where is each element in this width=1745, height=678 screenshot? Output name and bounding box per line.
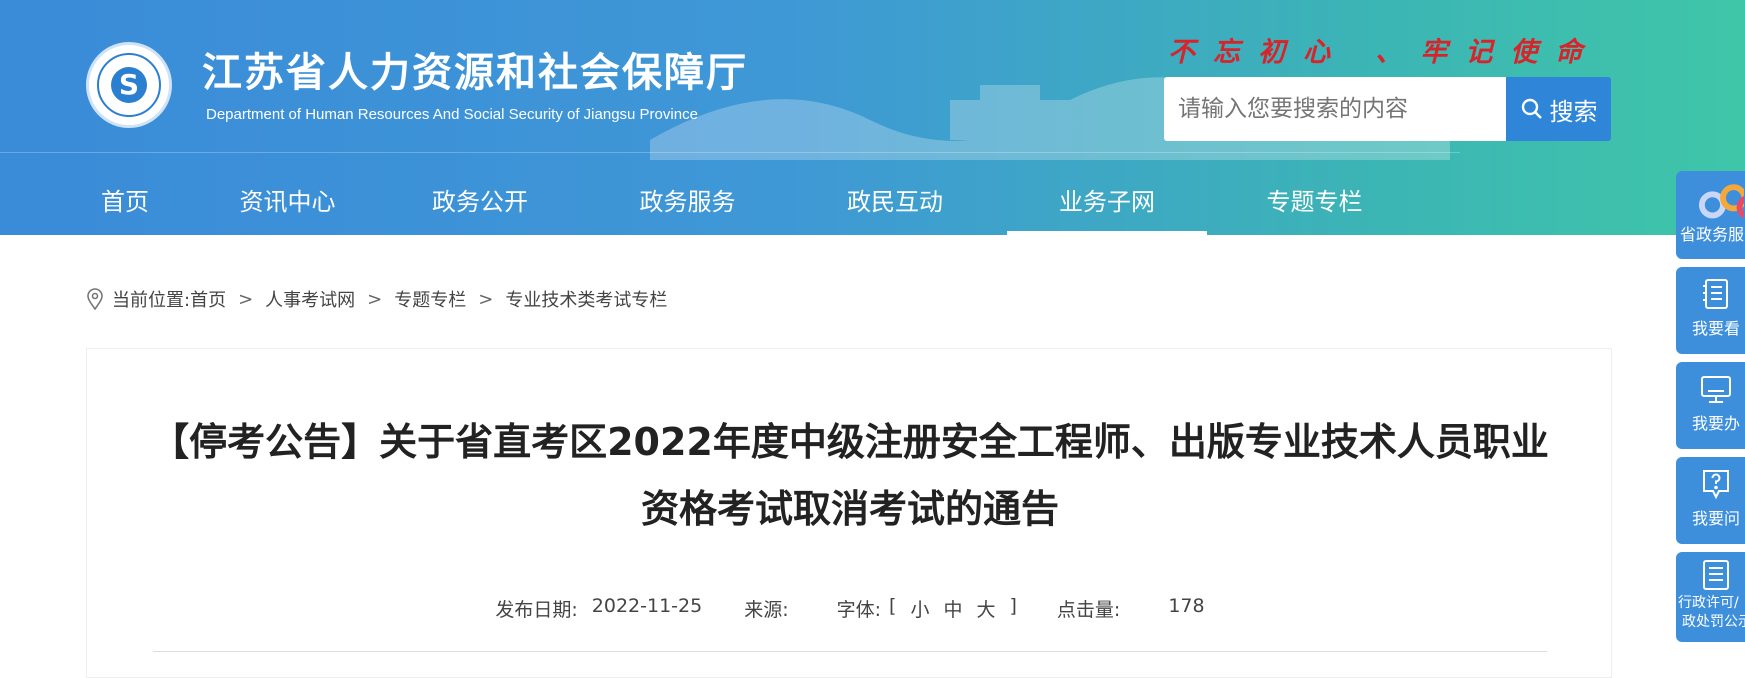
- search-icon: [1521, 98, 1542, 119]
- side-item-handle[interactable]: 我要办: [1676, 362, 1745, 449]
- search-input[interactable]: [1164, 77, 1506, 141]
- breadcrumb-exam-site[interactable]: 人事考试网: [265, 286, 355, 312]
- font-medium-button[interactable]: 中: [943, 595, 962, 622]
- breadcrumb-separator: >: [367, 288, 383, 310]
- font-small-button[interactable]: 小: [910, 595, 929, 622]
- main-nav: 首页 资讯中心 政务公开 政务服务 政民互动 业务子网 专题专栏: [50, 166, 1422, 235]
- question-bubble-icon: [1703, 470, 1729, 500]
- nav-item-gov-affairs-open[interactable]: 政务公开: [375, 166, 585, 235]
- meta-divider: [153, 651, 1547, 652]
- gov-service-logo-icon: [1698, 184, 1744, 219]
- breadcrumb-professional-exams[interactable]: 专业技术类考试专栏: [505, 286, 667, 312]
- article-title-line-2: 资格考试取消考试的通告: [640, 487, 1059, 531]
- notebook-icon: [1703, 279, 1728, 309]
- hits-label: 点击量:: [1056, 599, 1121, 621]
- side-item-label: 我要问: [1692, 509, 1741, 528]
- article-title-line-1: 【停考公告】关于省直考区2022年度中级注册安全工程师、出版专业技术人员职业: [151, 420, 1549, 464]
- nav-item-news[interactable]: 资讯中心: [200, 166, 375, 235]
- slogan: 不忘初心 、牢记使命: [1168, 37, 1601, 68]
- breadcrumb-separator: >: [478, 288, 494, 310]
- nav-item-home[interactable]: 首页: [50, 166, 200, 235]
- header-divider: [0, 152, 1460, 153]
- nav-item-special-topics[interactable]: 专题专栏: [1207, 166, 1422, 235]
- site-subtitle: Department of Human Resources And Social…: [206, 106, 698, 123]
- breadcrumb-special-topics[interactable]: 专题专栏: [394, 286, 466, 312]
- monitor-icon: [1701, 376, 1731, 403]
- side-item-view[interactable]: 我要看: [1676, 267, 1745, 354]
- side-item-label: 省政务服务: [1680, 225, 1745, 244]
- breadcrumb-separator: >: [238, 288, 254, 310]
- hits-count: 178: [1168, 595, 1205, 617]
- publish-date-label: 发布日期:: [495, 599, 578, 621]
- font-bracket-open: [: [889, 595, 897, 617]
- side-item-label-line-1: 行政许可/: [1678, 595, 1739, 611]
- font-bracket-close: ]: [1009, 595, 1017, 617]
- breadcrumb-home[interactable]: 首页: [190, 286, 226, 312]
- source-label: 来源:: [744, 599, 789, 621]
- article-card: 【停考公告】关于省直考区2022年度中级注册安全工程师、出版专业技术人员职业 资…: [86, 348, 1612, 678]
- site-title[interactable]: 江苏省人力资源和社会保障厅: [202, 40, 748, 98]
- side-item-admin-permits[interactable]: 行政许可/ 政处罚公示: [1676, 552, 1745, 642]
- side-item-ask[interactable]: 我要问: [1676, 457, 1745, 544]
- side-item-label: 我要办: [1692, 414, 1741, 433]
- document-list-icon: [1703, 560, 1729, 590]
- article-meta: 发布日期: 2022-11-25 来源: 字体: [ 小 中 大 ] 点击量: …: [87, 595, 1613, 622]
- publish-date: 2022-11-25: [591, 595, 703, 617]
- breadcrumb: 当前位置: 首页 > 人事考试网 > 专题专栏 > 专业技术类考试专栏: [86, 286, 667, 312]
- font-size-label: 字体:: [836, 599, 882, 621]
- site-header: 江苏省人力资源和社会保障厅 Department of Human Resour…: [0, 0, 1745, 235]
- font-large-button[interactable]: 大: [976, 595, 995, 622]
- search-button-label: 搜索: [1549, 97, 1598, 126]
- search-button[interactable]: 搜索: [1506, 77, 1611, 141]
- seal-logo-icon[interactable]: [86, 42, 172, 128]
- side-item-label-line-2: 政处罚公示: [1682, 614, 1745, 630]
- nav-item-interaction[interactable]: 政民互动: [790, 166, 1000, 235]
- article-title: 【停考公告】关于省直考区2022年度中级注册安全工程师、出版专业技术人员职业 资…: [87, 409, 1613, 543]
- side-item-label: 我要看: [1692, 319, 1741, 338]
- nav-item-business-subnet[interactable]: 业务子网: [1007, 166, 1207, 235]
- nav-item-gov-services[interactable]: 政务服务: [585, 166, 790, 235]
- side-item-gov-service[interactable]: 省政务服务: [1676, 171, 1745, 259]
- location-pin-icon: [87, 288, 103, 310]
- breadcrumb-prefix: 当前位置:: [112, 290, 191, 311]
- side-float-bar: 省政务服务 我要看 我要办 我要问 行政许可/ 政处罚公示: [1676, 171, 1745, 650]
